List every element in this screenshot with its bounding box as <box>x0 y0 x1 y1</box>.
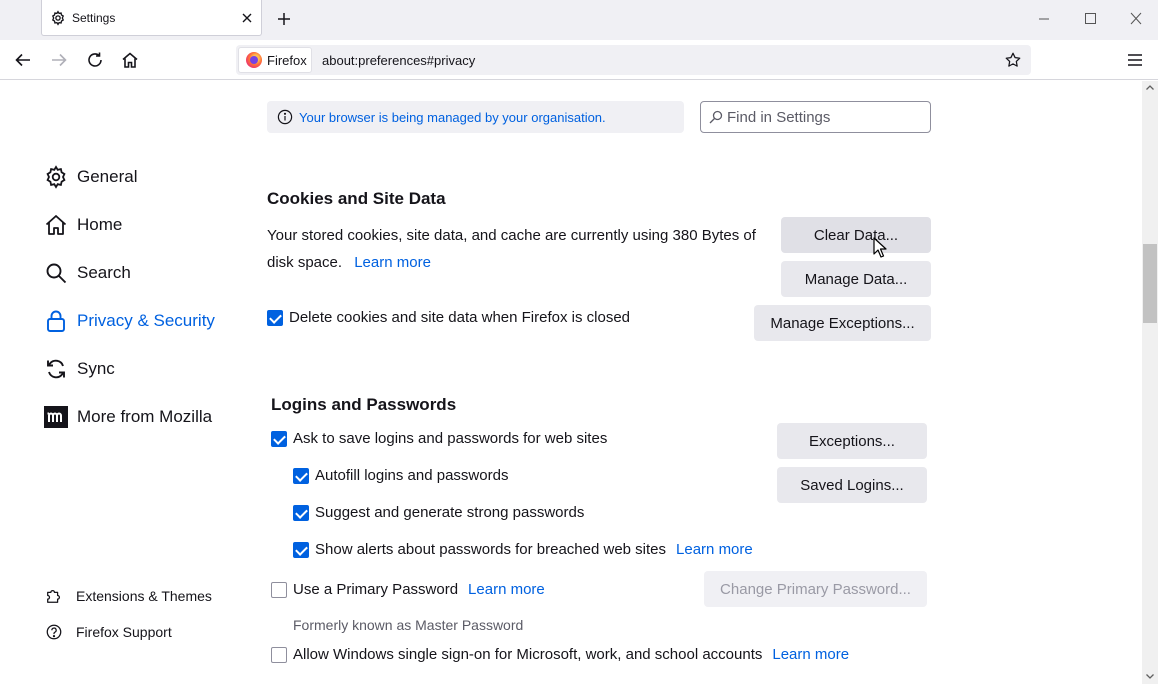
identity-label: Firefox <box>267 53 307 68</box>
manage-exceptions-button[interactable]: Manage Exceptions... <box>754 305 931 341</box>
maximize-icon[interactable] <box>1078 8 1102 30</box>
checkbox-box[interactable] <box>271 430 287 447</box>
cookies-learn-more-link[interactable]: Learn more <box>354 254 431 271</box>
cookies-heading: Cookies and Site Data <box>267 189 446 208</box>
puzzle-icon <box>47 589 61 603</box>
sidebar-item-home[interactable]: Home <box>44 211 122 239</box>
scrollbar[interactable] <box>1142 81 1158 684</box>
manage-data-button[interactable]: Manage Data... <box>781 261 931 297</box>
cookies-description-line2: disk space. <box>267 254 343 271</box>
sidebar-footer-label: Firefox Support <box>76 624 172 640</box>
cookies-description-line1: Your stored cookies, site data, and cach… <box>267 227 756 244</box>
search-icon <box>709 110 723 124</box>
sidebar-item-privacy-security[interactable]: Privacy & Security <box>44 307 215 335</box>
checkbox-label: Use a Primary Password <box>293 581 459 598</box>
search-placeholder: Find in Settings <box>727 109 831 126</box>
search-icon <box>46 263 67 284</box>
primary-password-learn-more-link[interactable]: Learn more <box>468 581 545 598</box>
windows-sso-checkbox[interactable]: Allow Windows single sign-on for Microso… <box>271 646 849 663</box>
close-icon[interactable] <box>238 9 256 27</box>
tab-title: Settings <box>72 11 116 25</box>
url-bar[interactable]: Firefox about:preferences#privacy <box>236 45 1031 75</box>
sidebar-item-label: Search <box>77 263 131 282</box>
sidebar-extensions-themes[interactable]: Extensions & Themes <box>45 586 212 606</box>
logins-heading: Logins and Passwords <box>271 395 457 414</box>
home-icon[interactable] <box>120 50 140 70</box>
sidebar-item-label: Home <box>77 215 123 234</box>
saved-logins-button[interactable]: Saved Logins... <box>777 467 927 503</box>
window-close-icon[interactable] <box>1124 8 1148 30</box>
help-icon <box>46 624 62 640</box>
checkbox-box[interactable] <box>293 541 309 558</box>
tab-strip: Settings <box>0 0 1158 40</box>
sidebar-firefox-support[interactable]: Firefox Support <box>45 622 172 642</box>
delete-cookies-on-close-checkbox[interactable]: Delete cookies and site data when Firefo… <box>267 309 630 326</box>
mozilla-icon <box>44 406 68 428</box>
sidebar-item-general[interactable]: General <box>44 163 137 191</box>
sync-icon <box>47 359 65 379</box>
navigation-toolbar: Firefox about:preferences#privacy <box>0 40 1158 80</box>
autofill-logins-checkbox[interactable]: Autofill logins and passwords <box>293 467 508 484</box>
tab-settings[interactable]: Settings <box>41 0 262 36</box>
url-text[interactable]: about:preferences#privacy <box>322 53 475 68</box>
checkbox-label: Autofill logins and passwords <box>315 467 509 484</box>
sidebar-item-sync[interactable]: Sync <box>44 355 115 383</box>
checkbox-label: Allow Windows single sign-on for Microso… <box>293 646 763 663</box>
hamburger-menu-icon[interactable] <box>1125 50 1145 70</box>
breach-alerts-learn-more-link[interactable]: Learn more <box>676 541 753 558</box>
windows-sso-learn-more-link[interactable]: Learn more <box>772 646 849 663</box>
policy-notice-text: Your browser is being managed by your or… <box>299 110 606 125</box>
new-tab-icon[interactable] <box>274 9 294 29</box>
home-icon <box>45 215 67 235</box>
login-exceptions-button[interactable]: Exceptions... <box>777 423 927 459</box>
forward-icon[interactable] <box>49 50 69 70</box>
sidebar-item-label: More from Mozilla <box>77 407 213 426</box>
gear-icon <box>51 10 65 26</box>
info-icon <box>277 109 293 125</box>
search-input[interactable]: Find in Settings <box>700 101 931 133</box>
suggest-strong-passwords-checkbox[interactable]: Suggest and generate strong passwords <box>293 504 584 521</box>
checkbox-label: Delete cookies and site data when Firefo… <box>289 309 631 326</box>
sidebar-footer-label: Extensions & Themes <box>76 588 212 604</box>
ask-to-save-logins-checkbox[interactable]: Ask to save logins and passwords for web… <box>271 430 607 447</box>
back-icon[interactable] <box>13 50 33 70</box>
checkbox-box[interactable] <box>267 309 283 326</box>
clear-data-button[interactable]: Clear Data... <box>781 217 931 253</box>
mouse-pointer-icon <box>873 237 887 258</box>
checkbox-box[interactable] <box>293 504 309 521</box>
gear-icon <box>46 165 66 189</box>
checkbox-label: Suggest and generate strong passwords <box>315 504 585 521</box>
minimize-icon[interactable] <box>1032 8 1056 30</box>
sidebar-item-label: General <box>77 167 138 186</box>
checkbox-box[interactable] <box>293 467 309 484</box>
scroll-down-icon[interactable] <box>1145 671 1155 681</box>
sidebar-item-more-from-mozilla[interactable]: More from Mozilla <box>44 403 212 431</box>
formerly-known-note: Formerly known as Master Password <box>293 617 524 633</box>
scroll-up-icon[interactable] <box>1145 83 1155 93</box>
reload-icon[interactable] <box>85 50 105 70</box>
cookies-description: Your stored cookies, site data, and cach… <box>267 222 767 276</box>
lock-icon <box>47 310 65 332</box>
bookmark-star-icon[interactable] <box>1004 51 1022 69</box>
sidebar-item-search[interactable]: Search <box>44 259 131 287</box>
policy-notice[interactable]: Your browser is being managed by your or… <box>267 101 684 133</box>
identity-box[interactable]: Firefox <box>238 47 312 73</box>
change-primary-password-button[interactable]: Change Primary Password... <box>704 571 927 607</box>
checkbox-label: Ask to save logins and passwords for web… <box>293 430 608 447</box>
checkbox-box[interactable] <box>271 581 287 598</box>
sidebar-item-label: Sync <box>77 359 115 378</box>
firefox-logo-icon <box>246 52 262 68</box>
sidebar-item-label: Privacy & Security <box>77 311 215 330</box>
checkbox-box[interactable] <box>271 646 287 663</box>
primary-password-checkbox[interactable]: Use a Primary Password Learn more <box>271 581 545 598</box>
scrollbar-thumb[interactable] <box>1143 244 1157 323</box>
checkbox-label: Show alerts about passwords for breached… <box>315 541 667 558</box>
breach-alerts-checkbox[interactable]: Show alerts about passwords for breached… <box>293 541 753 558</box>
